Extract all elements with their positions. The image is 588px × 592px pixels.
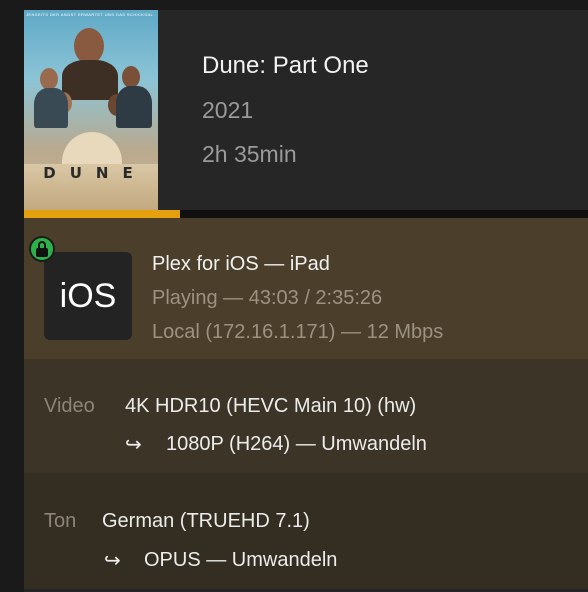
audio-source: German (TRUEHD 7.1) xyxy=(102,510,310,532)
poster-figure xyxy=(74,28,104,64)
player-section: iOS Plex for iOS — iPad Playing — 43:03 … xyxy=(24,218,588,359)
playback-progress-fill xyxy=(24,210,181,218)
video-target: 1080P (H264) — Umwandeln xyxy=(166,433,427,455)
platform-tile-label: iOS xyxy=(59,277,117,315)
playback-state: Playing — 43:03 / 2:35:26 xyxy=(152,287,383,309)
transcode-arrow-icon: ↪ xyxy=(125,434,142,456)
audio-label: Ton xyxy=(44,510,77,532)
poster-figure xyxy=(116,86,152,128)
session-card[interactable]: JENSEITS DER ANGST ERWARTET UNS DAS SCHI… xyxy=(24,10,588,592)
poster-figure xyxy=(34,88,68,128)
media-header: JENSEITS DER ANGST ERWARTET UNS DAS SCHI… xyxy=(24,10,588,210)
poster-tagline: JENSEITS DER ANGST ERWARTET UNS DAS SCHI… xyxy=(26,12,154,17)
media-year: 2021 xyxy=(202,97,254,123)
transcode-arrow-icon: ↪ xyxy=(104,550,121,572)
player-name: Plex for iOS — iPad xyxy=(152,253,330,275)
poster-figure xyxy=(62,60,118,100)
poster-figure xyxy=(122,66,140,88)
media-duration: 2h 35min xyxy=(202,141,297,167)
poster-figure xyxy=(40,68,58,90)
video-stream-section: Video 4K HDR10 (HEVC Main 10) (hw) ↪ 108… xyxy=(24,359,588,473)
poster-wordmark: DUNE xyxy=(43,164,147,182)
poster-image[interactable]: JENSEITS DER ANGST ERWARTET UNS DAS SCHI… xyxy=(24,10,158,210)
connection-info: Local (172.16.1.171) — 12 Mbps xyxy=(152,321,444,343)
video-label: Video xyxy=(44,395,95,417)
audio-target: OPUS — Umwandeln xyxy=(144,549,338,571)
ios-platform-icon: iOS xyxy=(44,252,132,340)
lock-icon xyxy=(29,236,55,262)
video-source: 4K HDR10 (HEVC Main 10) (hw) xyxy=(125,395,417,417)
playback-progress-bar xyxy=(24,210,588,218)
audio-stream-section: Ton German (TRUEHD 7.1) ↪ OPUS — Umwande… xyxy=(24,473,588,589)
media-title[interactable]: Dune: Part One xyxy=(202,52,369,80)
